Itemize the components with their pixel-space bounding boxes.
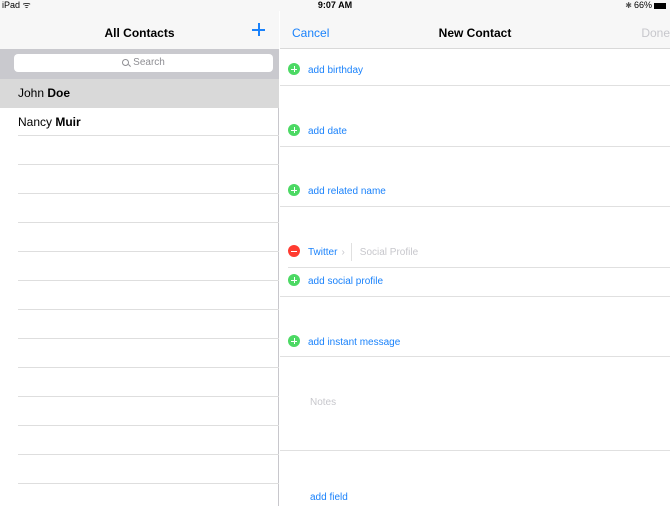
row-separator [18,251,279,252]
search-bar: Search [0,49,279,79]
row-separator [18,396,279,397]
section-separator [280,146,670,147]
new-contact-title: New Contact [438,26,512,40]
add-date-row[interactable]: add date [288,122,347,142]
row-separator [18,193,279,194]
row-separator [288,267,670,268]
social-profile-row: Twitter › Social Profile [288,243,418,263]
contact-row-john-doe[interactable]: John Doe [0,79,279,108]
search-placeholder: Search [133,57,165,68]
add-icon[interactable] [288,335,300,348]
new-contact-pane: Cancel New Contact Done add birthday add… [280,11,670,506]
add-icon[interactable] [288,274,300,287]
field-divider [350,243,352,262]
status-bar: iPad ᯤ 9:07 AM ✱ 66% [0,0,670,11]
row-separator [18,135,279,136]
search-icon [122,59,130,66]
add-instant-message-row[interactable]: add instant message [288,333,400,353]
section-separator [280,450,670,451]
notes-field[interactable]: Notes [310,397,336,408]
contact-last-name: Doe [47,86,71,100]
delete-icon[interactable] [288,245,300,258]
section-separator [280,356,670,357]
social-type-label: Twitter [308,247,338,258]
battery-status: ✱ 66% [625,0,666,11]
section-separator [280,85,670,86]
contacts-title: All Contacts [104,26,175,40]
add-instant-message-label: add instant message [308,337,401,348]
done-button[interactable]: Done [641,11,670,55]
add-social-profile-label: add social profile [308,276,384,287]
row-separator [18,280,279,281]
add-contact-button[interactable] [251,22,267,38]
social-profile-input[interactable]: Social Profile [360,247,418,258]
add-birthday-row[interactable]: add birthday [288,61,363,81]
section-separator [280,296,670,297]
contact-last-name: Muir [55,115,81,129]
section-separator [280,206,670,207]
contact-row-nancy-muir[interactable]: Nancy Muir [0,108,279,137]
add-icon[interactable] [288,63,300,76]
bluetooth-icon: ✱ [625,1,632,10]
add-icon[interactable] [288,184,300,197]
add-birthday-label: add birthday [308,65,364,76]
row-separator [18,309,279,310]
contact-first-name: John [18,86,45,100]
battery-icon [654,2,666,9]
row-separator [18,222,279,223]
add-related-name-label: add related name [308,186,386,197]
add-social-profile-row[interactable]: add social profile [288,272,383,292]
new-contact-nav-bar: Cancel New Contact Done [280,11,670,49]
add-field-button[interactable]: add field [310,492,348,503]
contact-first-name: Nancy [18,115,53,129]
contacts-pane: All Contacts Search John Doe Nancy Muir [0,11,279,506]
row-separator [18,367,279,368]
add-icon[interactable] [288,124,300,137]
row-separator [18,425,279,426]
status-time: 9:07 AM [317,0,353,10]
row-separator [18,454,279,455]
social-type-selector[interactable]: Twitter › [308,247,345,258]
row-separator [18,164,279,165]
row-separator [18,338,279,339]
add-related-name-row[interactable]: add related name [288,182,386,202]
search-input[interactable]: Search [14,54,273,72]
contacts-nav-bar: All Contacts [0,11,279,49]
chevron-right-icon: › [341,247,345,258]
row-separator [18,483,279,484]
add-date-label: add date [308,126,347,137]
